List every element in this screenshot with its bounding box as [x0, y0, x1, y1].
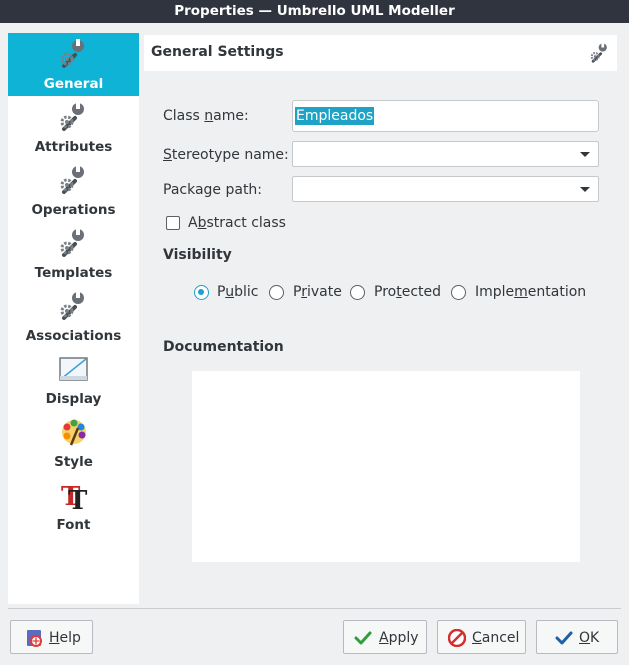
help-button[interactable]: Help: [10, 620, 93, 654]
visibility-private-radio[interactable]: [269, 285, 284, 300]
stereotype-label: Stereotype name:: [163, 147, 289, 163]
sidebar-item-label: Templates: [34, 265, 113, 281]
visibility-private-label[interactable]: Private: [293, 284, 342, 300]
visibility-public-radio[interactable]: [194, 285, 209, 300]
apply-label: Apply: [379, 630, 419, 646]
package-path-label: Package path:: [163, 182, 263, 198]
display-icon: [59, 357, 88, 381]
documentation-title: Documentation: [163, 339, 284, 355]
wrench-gear-icon: [60, 227, 86, 257]
sidebar-item-general[interactable]: General: [8, 33, 139, 96]
chevron-down-icon[interactable]: [580, 152, 590, 157]
wrench-gear-icon: [60, 101, 86, 131]
class-name-label: Class name:: [163, 108, 249, 124]
font-icon: T T: [61, 482, 88, 511]
wrench-gear-icon: [60, 38, 86, 68]
sidebar-item-style[interactable]: Style: [8, 411, 139, 474]
sidebar-item-label: Display: [45, 391, 102, 407]
sidebar-item-label: General: [43, 76, 104, 92]
help-label: Help: [49, 630, 81, 646]
cancel-icon: [448, 629, 466, 647]
visibility-protected-label[interactable]: Protected: [374, 284, 441, 300]
package-path-combo[interactable]: [292, 176, 599, 202]
chevron-down-icon[interactable]: [580, 187, 590, 192]
page-title: General Settings: [151, 44, 284, 60]
sidebar-item-label: Associations: [25, 328, 122, 344]
cancel-button[interactable]: Cancel: [437, 620, 526, 654]
visibility-title: Visibility: [163, 247, 232, 263]
documentation-textarea[interactable]: [192, 371, 580, 562]
wrench-gear-icon: [60, 290, 86, 320]
sidebar-item-templates[interactable]: Templates: [8, 222, 139, 285]
general-settings-panel: General Settings Class name: Empleados S…: [140, 33, 621, 604]
sidebar-item-font[interactable]: T T Font: [8, 474, 139, 537]
visibility-implementation-label[interactable]: Implementation: [475, 284, 586, 300]
stereotype-combo[interactable]: [292, 141, 599, 167]
wrench-gear-icon: [60, 164, 86, 194]
visibility-public-label[interactable]: Public: [217, 284, 258, 300]
check-icon: [555, 631, 573, 645]
sidebar-item-operations[interactable]: Operations: [8, 159, 139, 222]
sidebar-item-label: Attributes: [34, 139, 113, 155]
sidebar-item-label: Font: [56, 517, 91, 533]
sidebar-item-associations[interactable]: Associations: [8, 285, 139, 348]
panel-header: General Settings: [144, 35, 617, 71]
abstract-class-label[interactable]: Abstract class: [188, 215, 286, 231]
visibility-protected-radio[interactable]: [350, 285, 365, 300]
ok-button[interactable]: OK: [536, 620, 618, 654]
apply-button[interactable]: Apply: [343, 620, 427, 654]
cancel-label: Cancel: [472, 630, 520, 646]
check-icon: [354, 631, 372, 645]
sidebar-item-label: Operations: [31, 202, 116, 218]
svg-text:T: T: [68, 486, 88, 511]
help-icon: [27, 630, 42, 647]
visibility-implementation-radio[interactable]: [451, 285, 466, 300]
sidebar: General Attributes Operations Templates …: [8, 33, 139, 604]
class-name-value: Empleados: [295, 107, 375, 125]
ok-label: OK: [579, 630, 600, 646]
class-name-input[interactable]: Empleados: [292, 100, 599, 132]
sidebar-item-label: Style: [54, 454, 93, 470]
wrench-gear-icon: [590, 42, 609, 63]
sidebar-item-attributes[interactable]: Attributes: [8, 96, 139, 159]
style-palette-icon: [62, 419, 86, 446]
abstract-class-checkbox[interactable]: [166, 216, 180, 230]
window-title: Properties — Umbrello UML Modeller: [0, 0, 629, 23]
divider: [8, 608, 621, 609]
sidebar-item-display[interactable]: Display: [8, 348, 139, 411]
